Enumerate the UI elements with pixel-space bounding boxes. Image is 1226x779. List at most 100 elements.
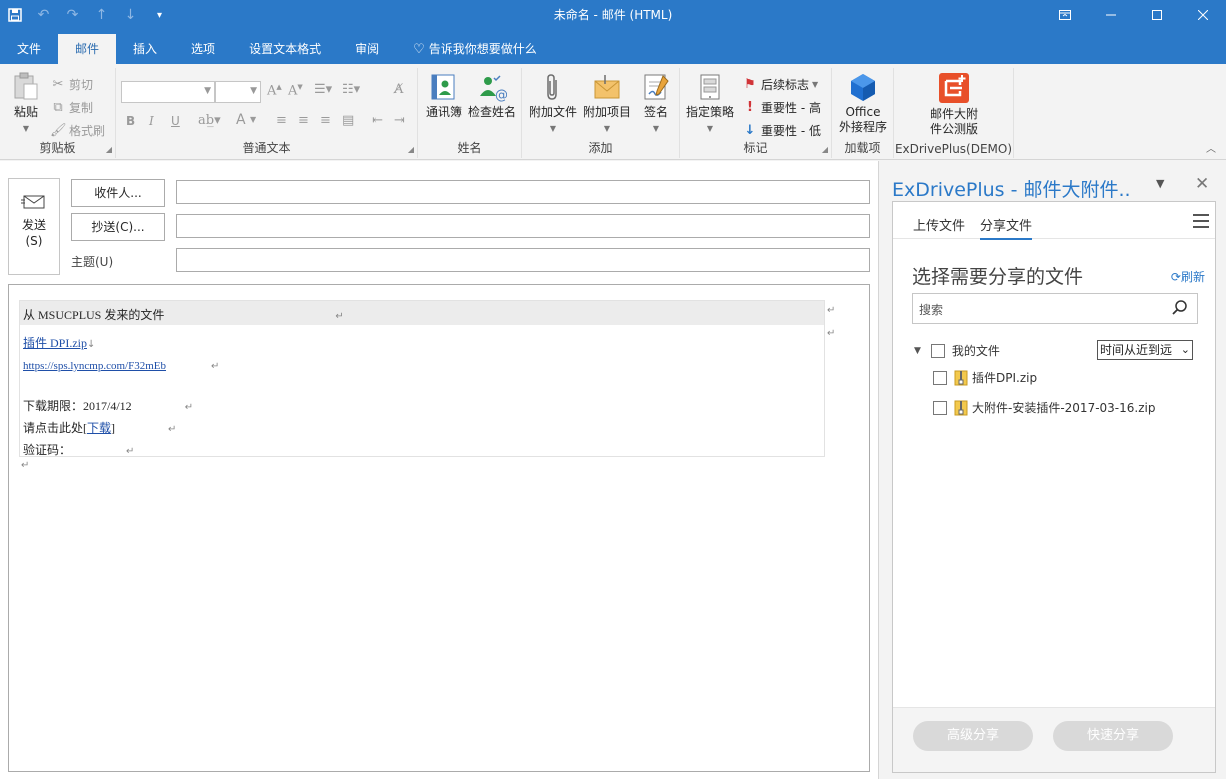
paragraph-mark: ↵ <box>21 460 30 471</box>
clear-formatting-icon[interactable]: A̸ <box>394 82 403 97</box>
message-body[interactable]: 从 MSUCPLUS 发来的文件 ↵ 插件 DPI.zip↓ https://s… <box>8 284 870 772</box>
attach-item-button[interactable]: 附加项目 ▼ <box>580 72 634 136</box>
expand-triangle-icon[interactable]: ▼ <box>914 346 921 356</box>
bullets-icon[interactable]: ☰▾ <box>314 82 332 97</box>
maximize-icon[interactable] <box>1134 0 1180 30</box>
attach-file-button[interactable]: 附加文件 ▼ <box>526 72 580 136</box>
cc-button[interactable]: 抄送(C)... <box>71 213 165 241</box>
paste-button[interactable]: 粘贴 ▼ <box>8 72 44 136</box>
paragraph-mark: ↵ <box>827 305 836 316</box>
bold-button[interactable]: B <box>126 114 135 128</box>
align-right-icon[interactable]: ≡ <box>320 113 331 128</box>
decrease-indent-icon[interactable]: ⇤ <box>372 113 383 128</box>
font-color-button[interactable]: A <box>236 112 246 128</box>
pane-options-icon[interactable]: ▼ <box>1156 177 1164 190</box>
tab-share-files[interactable]: 分享文件 <box>980 215 1033 240</box>
sort-select[interactable]: 时间从近到远 ⌄ <box>1097 340 1193 360</box>
assign-policy-button[interactable]: 指定策略 ▼ <box>682 72 738 136</box>
grow-font-icon[interactable]: A▲ <box>267 83 282 98</box>
justify-icon[interactable]: ▤ <box>342 113 354 128</box>
exdrive-icon <box>939 73 969 103</box>
address-book-button[interactable]: 通讯簿 <box>424 72 464 120</box>
tab-review[interactable]: 审阅 <box>338 34 396 64</box>
to-field[interactable] <box>176 180 870 204</box>
tell-me-search[interactable]: ♡ 告诉我你想要做什么 <box>396 34 554 64</box>
file-item[interactable]: 插件DPI.zip <box>933 369 1037 386</box>
format-painter-button[interactable]: 🖌 格式刷 <box>50 120 105 140</box>
download-link[interactable]: 下载 <box>87 421 111 435</box>
expiry-line: 下载期限：2017/4/12 ↵ <box>23 397 193 414</box>
tab-format-text[interactable]: 设置文本格式 <box>232 34 338 64</box>
cut-button[interactable]: ✂ 剪切 <box>50 74 93 94</box>
quick-share-button[interactable]: 快速分享 <box>1053 721 1173 751</box>
share-url-link[interactable]: https://sps.lyncmp.com/F32mEb <box>23 360 166 372</box>
search-input[interactable]: 搜索 <box>912 293 1198 324</box>
pane-content: 上传文件 分享文件 选择需要分享的文件 ⟳刷新 搜索 ▼ 我的文件 时间从近到远… <box>892 201 1216 773</box>
tab-message[interactable]: 邮件 <box>58 34 117 64</box>
group-clipboard: 粘贴 ▼ ✂ 剪切 ⧉ 复制 🖌 格式刷 剪贴板 ◢ <box>0 68 116 158</box>
tab-options[interactable]: 选项 <box>174 34 232 64</box>
file-link[interactable]: 插件 DPI.zip <box>23 336 87 350</box>
align-center-icon[interactable]: ≡ <box>298 113 309 128</box>
flag-icon: ⚑ <box>744 76 756 92</box>
checkbox-file[interactable] <box>933 370 947 385</box>
increase-indent-icon[interactable]: ⇥ <box>394 113 405 128</box>
shrink-font-icon[interactable]: A▼ <box>288 83 303 98</box>
search-placeholder: 搜索 <box>919 303 944 317</box>
pane-close-icon[interactable]: ✕ <box>1195 174 1209 194</box>
send-button[interactable]: 发送 (S) <box>8 178 60 275</box>
click-suffix: ] <box>111 421 116 435</box>
dialog-launcher-icon[interactable]: ◢ <box>822 145 828 154</box>
paste-label: 粘贴 <box>13 105 38 119</box>
close-icon[interactable] <box>1180 0 1226 30</box>
exdrive-large-attachment-button[interactable]: 邮件大附 件公测版 <box>916 72 992 137</box>
search-icon[interactable] <box>1171 299 1189 317</box>
checkbox-root-folder[interactable] <box>930 343 945 358</box>
checkbox-file[interactable] <box>933 400 947 415</box>
align-left-icon[interactable]: ≡ <box>276 113 287 128</box>
collapse-ribbon-icon[interactable]: ︿ <box>1206 140 1216 155</box>
underline-button[interactable]: U <box>171 114 180 128</box>
numbering-icon[interactable]: ☷▾ <box>342 82 360 97</box>
chevron-down-icon: ▼ <box>652 124 660 133</box>
menu-icon[interactable] <box>1193 214 1209 232</box>
office-addins-button[interactable]: Office 外接程序 <box>834 72 892 135</box>
high-importance-button[interactable]: ! 重要性 - 高 <box>742 97 821 117</box>
envelope-clip-icon <box>594 75 620 99</box>
italic-button[interactable]: I <box>149 114 154 128</box>
tab-upload-files[interactable]: 上传文件 <box>913 215 965 238</box>
file-name: 大附件-安装插件-2017-03-16.zip <box>972 401 1156 415</box>
signature-button[interactable]: 签名 ▼ <box>636 72 676 136</box>
cc-field[interactable] <box>176 214 870 238</box>
to-button[interactable]: 收件人... <box>71 179 165 207</box>
highlight-icon[interactable]: ab̲▾ <box>198 113 221 128</box>
dialog-launcher-icon[interactable]: ◢ <box>106 145 112 154</box>
advanced-share-button[interactable]: 高级分享 <box>913 721 1033 751</box>
signature-label: 签名 <box>643 105 668 119</box>
dialog-launcher-icon[interactable]: ◢ <box>408 145 414 154</box>
low-importance-button[interactable]: ↓ 重要性 - 低 <box>742 120 821 140</box>
file-item[interactable]: 大附件-安装插件-2017-03-16.zip <box>933 399 1155 416</box>
font-name-combo[interactable]: ▼ <box>121 81 215 103</box>
sort-value: 时间从近到远 <box>1100 343 1173 357</box>
follow-up-button[interactable]: ⚑ 后续标志 ▼ <box>742 74 818 94</box>
font-size-combo[interactable]: ▼ <box>215 81 261 103</box>
subject-field[interactable] <box>176 248 870 272</box>
refresh-button[interactable]: ⟳刷新 <box>1171 268 1205 285</box>
tab-insert[interactable]: 插入 <box>116 34 174 64</box>
zip-file-icon <box>954 400 968 415</box>
office-addins-label-2: 外接程序 <box>838 120 887 134</box>
minimize-icon[interactable] <box>1088 0 1134 30</box>
office-addins-label-1: Office <box>845 105 881 119</box>
attach-item-label: 附加项目 <box>582 105 631 119</box>
attach-file-label: 附加文件 <box>528 105 577 119</box>
copy-button[interactable]: ⧉ 复制 <box>50 97 93 117</box>
tree-root-folder[interactable]: ▼ 我的文件 <box>914 342 1000 359</box>
check-names-button[interactable]: @ 检查姓名 <box>466 72 518 120</box>
copy-label: 复制 <box>69 100 94 115</box>
ribbon-display-options-icon[interactable] <box>1042 0 1088 30</box>
tab-file[interactable]: 文件 <box>0 34 58 64</box>
group-tags: 指定策略 ▼ ⚑ 后续标志 ▼ ! 重要性 - 高 ↓ 重要性 - 低 标记 ◢ <box>680 68 832 158</box>
expiry-label: 下载期限： <box>23 399 84 413</box>
pane-footer: 高级分享 快速分享 <box>893 707 1215 772</box>
